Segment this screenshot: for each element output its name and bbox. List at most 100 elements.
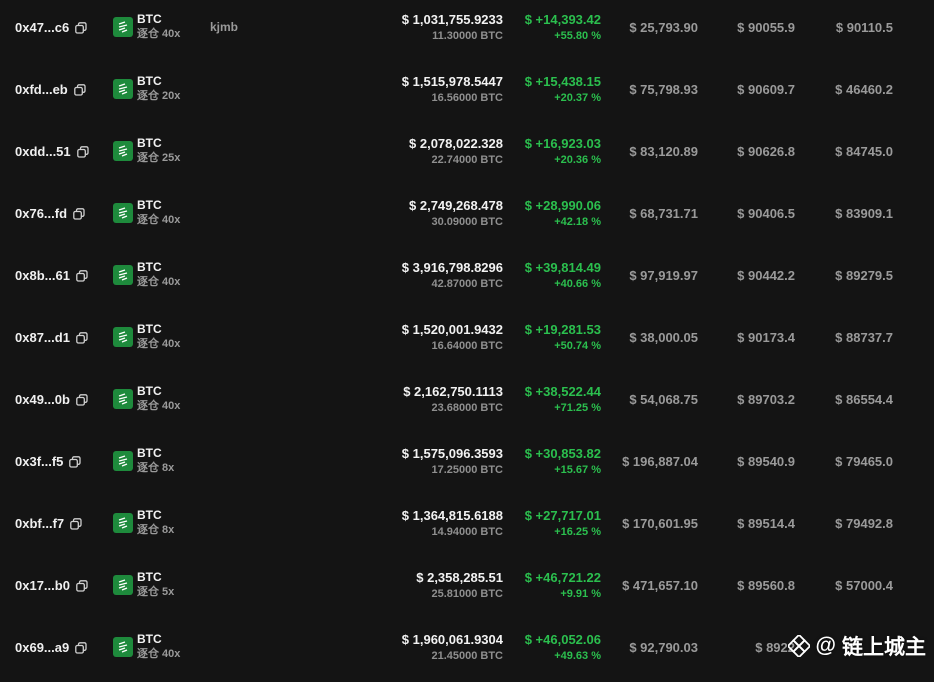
position-value-cell: $ 1,364,815.6188 14.94000 BTC — [402, 508, 503, 540]
asset-symbol: BTC — [137, 446, 162, 460]
pnl-cell: $ +15,438.15 +20.37 % — [525, 74, 601, 106]
position-size-btc: 22.74000 BTC — [431, 154, 503, 166]
position-size-btc: 21.45000 BTC — [431, 650, 503, 662]
liquidation-price: $ 46460.2 — [835, 82, 893, 97]
margin-value: $ 471,657.10 — [622, 578, 698, 593]
table-row[interactable]: 0x49...0b BTC 逐仓 40x $ 2,162,750.1113 23… — [0, 372, 934, 434]
asset-symbol: BTC — [137, 12, 162, 26]
pnl-percent: +71.25 % — [554, 402, 601, 414]
pnl-amount: $ +27,717.01 — [524, 508, 601, 523]
asset-cell: BTC 逐仓 40x — [113, 384, 180, 414]
table-row[interactable]: 0x76...fd BTC 逐仓 40x $ 2,749,268.478 30.… — [0, 186, 934, 248]
pnl-percent: +16.25 % — [554, 526, 601, 538]
asset-symbol: BTC — [137, 322, 162, 336]
wallet-address[interactable]: 0x47...c6 — [15, 20, 69, 35]
margin-value: $ 38,000.05 — [629, 330, 698, 345]
margin-value: $ 92,790.03 — [629, 640, 698, 655]
copy-icon[interactable] — [75, 21, 87, 34]
copy-icon[interactable] — [70, 517, 82, 530]
asset-logo-icon — [113, 141, 133, 161]
address-cell: 0x3f...f5 — [15, 454, 82, 469]
asset-logo-icon — [113, 203, 133, 223]
pnl-amount: $ +15,438.15 — [524, 74, 601, 89]
table-row[interactable]: 0xbf...f7 BTC 逐仓 8x $ 1,364,815.6188 14.… — [0, 496, 934, 558]
asset-symbol: BTC — [137, 198, 162, 212]
pnl-amount: $ +39,814.49 — [524, 260, 601, 275]
entry-price: $ 90442.2 — [737, 268, 795, 283]
table-row[interactable]: 0x87...d1 BTC 逐仓 40x $ 1,520,001.9432 16… — [0, 310, 934, 372]
copy-icon[interactable] — [75, 641, 87, 654]
pnl-percent: +49.63 % — [554, 650, 601, 662]
wallet-address[interactable]: 0x3f...f5 — [15, 454, 63, 469]
margin-mode-leverage: 逐仓 40x — [137, 648, 181, 660]
address-cell: 0x76...fd — [15, 206, 85, 221]
position-value-usd: $ 2,358,285.51 — [416, 570, 503, 585]
position-value-usd: $ 1,960,061.9304 — [401, 632, 503, 647]
table-row[interactable]: 0x17...b0 BTC 逐仓 5x $ 2,358,285.51 25.81… — [0, 558, 934, 620]
pnl-amount: $ +19,281.53 — [524, 322, 601, 337]
pnl-amount: $ +28,990.06 — [524, 198, 601, 213]
pnl-amount: $ +46,052.06 — [524, 632, 601, 647]
copy-icon[interactable] — [76, 393, 88, 406]
liquidation-price: $ 57000.4 — [835, 578, 893, 593]
table-row[interactable]: 0x47...c6 BTC 逐仓 40x kjmb $ 1,031,755.92… — [0, 0, 934, 62]
wallet-address[interactable]: 0x49...0b — [15, 392, 70, 407]
pnl-cell: $ +19,281.53 +50.74 % — [525, 322, 601, 354]
wallet-address[interactable]: 0x87...d1 — [15, 330, 70, 345]
wallet-address[interactable]: 0xbf...f7 — [15, 516, 64, 531]
address-cell: 0xfd...eb — [15, 82, 86, 97]
copy-icon[interactable] — [76, 331, 88, 344]
liquidation-price: $ 89279.5 — [835, 268, 893, 283]
pnl-cell: $ +39,814.49 +40.66 % — [525, 260, 601, 292]
address-cell: 0xbf...f7 — [15, 516, 82, 531]
margin-mode-leverage: 逐仓 8x — [137, 462, 175, 474]
position-value-cell: $ 3,916,798.8296 42.87000 BTC — [402, 260, 503, 292]
asset-logo-icon — [113, 389, 133, 409]
margin-mode-leverage: 逐仓 40x — [137, 400, 181, 412]
wallet-address[interactable]: 0x76...fd — [15, 206, 67, 221]
entry-price: $ 90406.5 — [737, 206, 795, 221]
table-row[interactable]: 0xdd...51 BTC 逐仓 25x $ 2,078,022.328 22.… — [0, 124, 934, 186]
pnl-percent: +15.67 % — [554, 464, 601, 476]
copy-icon[interactable] — [76, 269, 88, 282]
copy-icon[interactable] — [73, 207, 85, 220]
margin-mode-leverage: 逐仓 25x — [137, 152, 181, 164]
copy-icon[interactable] — [73, 83, 86, 96]
address-cell: 0x8b...61 — [15, 268, 88, 283]
asset-cell: BTC 逐仓 8x — [113, 446, 174, 476]
liquidation-price: $ 84745.0 — [835, 144, 893, 159]
copy-icon[interactable] — [69, 455, 82, 468]
copy-icon[interactable] — [76, 579, 88, 592]
position-size-btc: 23.68000 BTC — [431, 402, 503, 414]
copy-icon[interactable] — [76, 145, 89, 158]
position-value-usd: $ 1,520,001.9432 — [401, 322, 503, 337]
wallet-address[interactable]: 0x8b...61 — [15, 268, 70, 283]
pnl-percent: +40.66 % — [554, 278, 601, 290]
asset-cell: BTC 逐仓 8x — [113, 508, 174, 538]
wallet-address[interactable]: 0xdd...51 — [15, 144, 71, 159]
pnl-percent: +9.91 % — [560, 588, 601, 600]
margin-value: $ 97,919.97 — [629, 268, 698, 283]
asset-cell: BTC 逐仓 40x — [113, 632, 180, 662]
wallet-address[interactable]: 0x69...a9 — [15, 640, 69, 655]
position-value-cell: $ 2,162,750.1113 23.68000 BTC — [403, 384, 503, 416]
pnl-percent: +42.18 % — [554, 216, 601, 228]
table-row[interactable]: 0xfd...eb BTC 逐仓 20x $ 1,515,978.5447 16… — [0, 62, 934, 124]
asset-cell: BTC 逐仓 40x — [113, 260, 180, 290]
wallet-address[interactable]: 0xfd...eb — [15, 82, 68, 97]
liquidation-price: $ 79465.0 — [835, 454, 893, 469]
table-row[interactable]: 0x3f...f5 BTC 逐仓 8x $ 1,575,096.3593 17.… — [0, 434, 934, 496]
asset-symbol: BTC — [137, 632, 162, 646]
position-size-btc: 25.81000 BTC — [431, 588, 503, 600]
asset-logo-icon — [113, 327, 133, 347]
asset-cell: BTC 逐仓 5x — [113, 570, 174, 600]
position-size-btc: 14.94000 BTC — [431, 526, 503, 538]
position-value-usd: $ 1,364,815.6188 — [401, 508, 503, 523]
asset-logo-icon — [113, 79, 133, 99]
table-row[interactable]: 0x8b...61 BTC 逐仓 40x $ 3,916,798.8296 42… — [0, 248, 934, 310]
position-value-cell: $ 2,358,285.51 25.81000 BTC — [416, 570, 503, 602]
entry-price: $ 90609.7 — [737, 82, 795, 97]
address-cell: 0xdd...51 — [15, 144, 89, 159]
wallet-address[interactable]: 0x17...b0 — [15, 578, 70, 593]
pnl-cell: $ +28,990.06 +42.18 % — [525, 198, 601, 230]
